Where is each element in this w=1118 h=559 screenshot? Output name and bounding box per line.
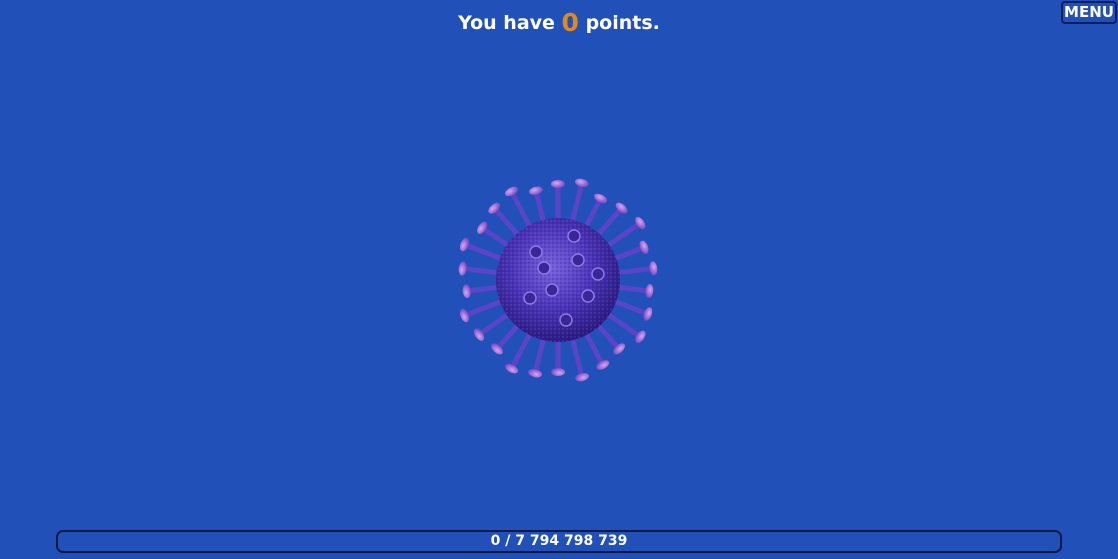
points-value: 0 <box>561 8 579 37</box>
score-display: You have 0 points. <box>0 6 1118 40</box>
game-stage: You have 0 points. MENU 0 / 7 794 798 73… <box>0 0 1118 559</box>
score-suffix: points. <box>585 12 660 34</box>
coronavirus-icon[interactable] <box>448 170 668 390</box>
score-prefix: You have <box>458 12 555 34</box>
progress-bar: 0 / 7 794 798 739 <box>56 530 1062 553</box>
menu-button[interactable]: MENU <box>1061 1 1117 24</box>
progress-label: 0 / 7 794 798 739 <box>490 533 628 549</box>
